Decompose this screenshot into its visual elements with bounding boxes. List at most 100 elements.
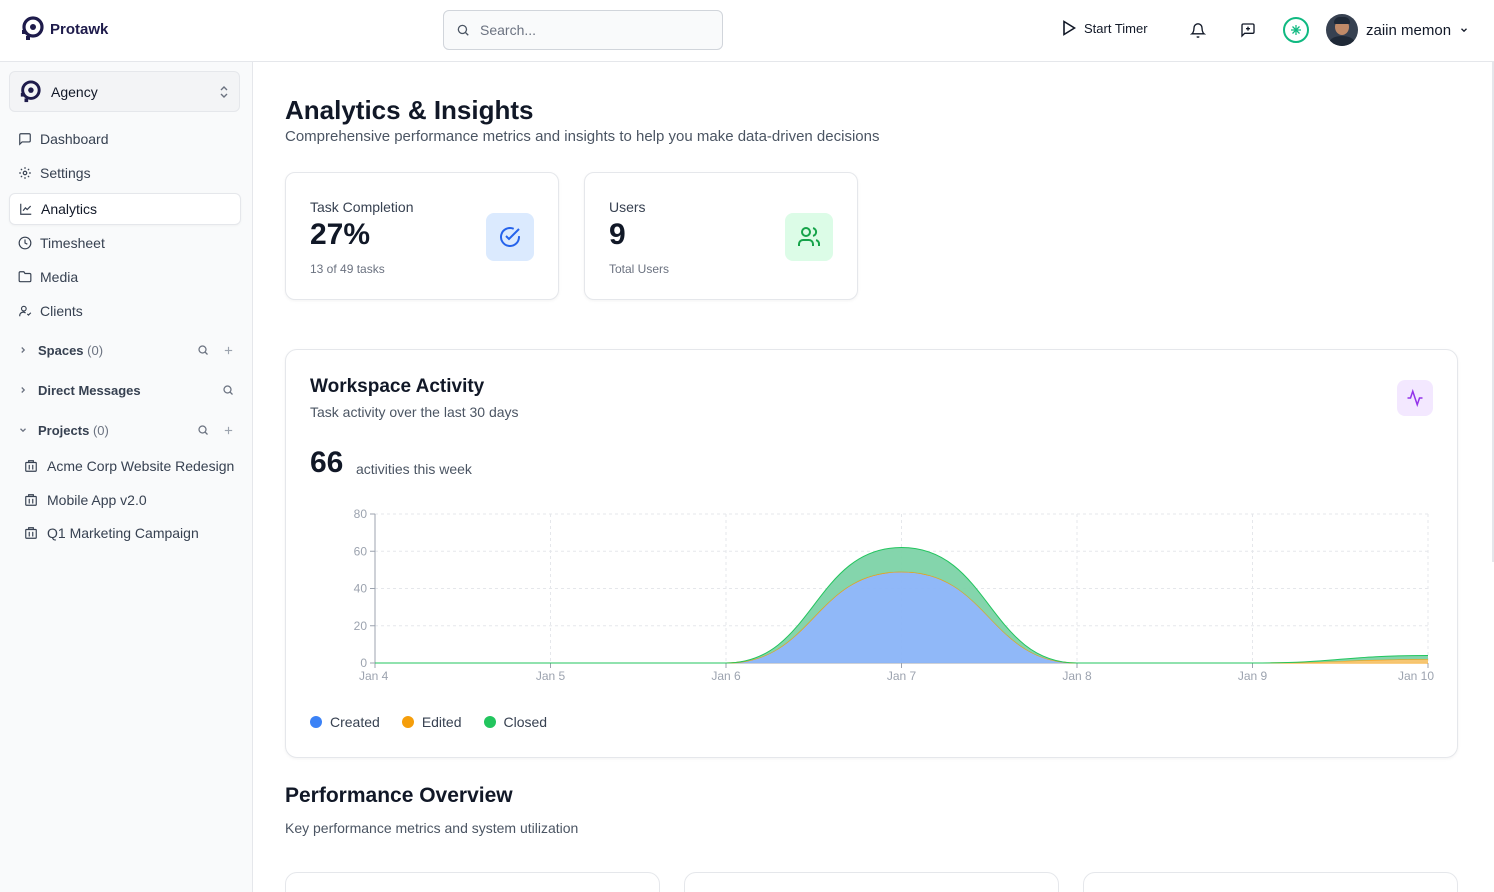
nav-dashboard[interactable]: Dashboard bbox=[9, 123, 241, 155]
section-projects-label: Projects bbox=[38, 422, 90, 438]
nav-settings[interactable]: Settings bbox=[9, 157, 241, 189]
user-menu[interactable]: zaiin memon bbox=[1326, 14, 1469, 46]
nav-analytics[interactable]: Analytics bbox=[9, 193, 241, 225]
user-icon bbox=[19, 305, 32, 317]
legend-item-closed[interactable]: Closed bbox=[483, 714, 548, 730]
plus-icon[interactable] bbox=[223, 345, 234, 356]
search-icon bbox=[457, 24, 469, 36]
sparkle-icon bbox=[1291, 25, 1301, 35]
section-spaces-label: Spaces bbox=[38, 342, 84, 358]
project-label: Mobile App v2.0 bbox=[47, 492, 147, 508]
nav-clients-label: Clients bbox=[40, 303, 83, 319]
section-direct-messages[interactable]: Direct Messages bbox=[18, 378, 240, 402]
bell-icon bbox=[1190, 22, 1206, 38]
y-tick-label: 0 bbox=[360, 656, 367, 670]
workspace-name: Agency bbox=[51, 83, 98, 100]
x-tick-label: Jan 5 bbox=[536, 669, 566, 683]
legend-swatch bbox=[401, 716, 414, 728]
chevron-right-icon bbox=[21, 387, 26, 393]
gear-icon bbox=[19, 167, 31, 179]
legend-swatch bbox=[483, 716, 496, 728]
folder-icon bbox=[18, 271, 32, 283]
nav-timesheet-label: Timesheet bbox=[40, 235, 105, 251]
stat-value: 9 bbox=[609, 218, 626, 251]
performance-subtitle: Key performance metrics and system utili… bbox=[285, 820, 579, 836]
workspace-switcher[interactable]: Agency bbox=[9, 71, 240, 112]
performance-card bbox=[1083, 872, 1458, 892]
workspace-logo-icon bbox=[20, 79, 41, 102]
x-tick-label: Jan 10 bbox=[1398, 669, 1434, 683]
building-icon bbox=[25, 494, 37, 506]
project-item[interactable]: Q1 Marketing Campaign bbox=[24, 521, 199, 545]
search-icon[interactable] bbox=[197, 424, 209, 436]
page-title: Analytics & Insights bbox=[285, 95, 534, 125]
start-timer-label: Start Timer bbox=[1084, 20, 1148, 36]
legend-label: Edited bbox=[421, 714, 462, 730]
performance-title: Performance Overview bbox=[285, 784, 513, 807]
nav-media[interactable]: Media bbox=[9, 261, 241, 293]
play-icon bbox=[1063, 20, 1076, 36]
top-bar: Protawk Start Timer zaiin memon bbox=[0, 0, 1494, 62]
y-tick-label: 60 bbox=[354, 544, 368, 558]
y-tick-label: 20 bbox=[354, 619, 368, 633]
check-circle-icon bbox=[500, 227, 520, 247]
plus-icon[interactable] bbox=[223, 425, 234, 436]
main-content: Analytics & Insights Comprehensive perfo… bbox=[254, 62, 1494, 892]
stat-value: 27% bbox=[310, 218, 371, 251]
user-name: zaiin memon bbox=[1366, 21, 1452, 39]
users-icon bbox=[798, 227, 821, 246]
section-projects-count: (0) bbox=[92, 422, 109, 438]
performance-card bbox=[684, 872, 1059, 892]
search-icon[interactable] bbox=[222, 384, 234, 396]
legend-label: Closed bbox=[503, 714, 548, 730]
chevron-right-icon bbox=[21, 347, 26, 353]
area-created bbox=[375, 571, 1428, 663]
app-name: Protawk bbox=[50, 20, 109, 38]
section-spaces[interactable]: Spaces (0) bbox=[18, 338, 240, 362]
stat-footnote: 13 of 49 tasks bbox=[310, 262, 385, 276]
legend-swatch bbox=[310, 716, 322, 728]
chart-legend: Created Edited Closed bbox=[310, 714, 547, 730]
x-tick-label: Jan 6 bbox=[711, 669, 741, 683]
search-box[interactable] bbox=[443, 10, 723, 50]
project-item[interactable]: Mobile App v2.0 bbox=[24, 488, 147, 512]
legend-item-created[interactable]: Created bbox=[310, 714, 380, 730]
chevrons-up-down-icon bbox=[220, 86, 228, 98]
performance-card bbox=[285, 872, 660, 892]
y-tick-label: 40 bbox=[354, 582, 368, 596]
section-spaces-count: (0) bbox=[87, 342, 104, 358]
project-label: Q1 Marketing Campaign bbox=[47, 525, 199, 541]
notifications-button[interactable] bbox=[1188, 20, 1208, 40]
y-tick-label: 80 bbox=[354, 507, 368, 521]
search-icon[interactable] bbox=[197, 344, 209, 356]
x-tick-label: Jan 9 bbox=[1238, 669, 1268, 683]
nav-timesheet[interactable]: Timesheet bbox=[9, 227, 241, 259]
app-logo[interactable]: Protawk bbox=[20, 16, 108, 42]
avatar bbox=[1326, 14, 1358, 46]
workspace-activity-card: Workspace Activity Task activity over th… bbox=[285, 349, 1458, 758]
building-icon bbox=[25, 460, 37, 472]
messages-button[interactable] bbox=[1238, 20, 1258, 40]
ai-assistant-button[interactable] bbox=[1283, 17, 1309, 43]
nav-media-label: Media bbox=[40, 269, 79, 285]
activity-chart: 0 20 40 60 80 Jan 4 Jan 5 Jan 6 Jan 7 Jan 8 Jan 9 J… bbox=[354, 507, 1435, 683]
stat-card-users: Users 9 Total Users bbox=[584, 172, 858, 300]
stat-footnote: Total Users bbox=[609, 262, 670, 276]
section-projects[interactable]: Projects (0) bbox=[18, 418, 240, 442]
message-plus-icon bbox=[1241, 23, 1255, 38]
chevron-down-icon bbox=[20, 428, 26, 433]
stat-icon-box bbox=[486, 213, 534, 261]
x-tick-label: Jan 8 bbox=[1062, 669, 1092, 683]
stat-card-task-completion: Task Completion 27% 13 of 49 tasks bbox=[285, 172, 559, 300]
stat-label: Task Completion bbox=[310, 199, 414, 215]
search-input[interactable] bbox=[480, 22, 700, 38]
building-icon bbox=[25, 527, 37, 539]
x-tick-label: Jan 4 bbox=[359, 669, 389, 683]
x-tick-label: Jan 7 bbox=[887, 669, 917, 683]
start-timer-button[interactable]: Start Timer bbox=[1062, 20, 1148, 36]
project-label: Acme Corp Website Redesign bbox=[47, 458, 235, 474]
project-item[interactable]: Acme Corp Website Redesign bbox=[24, 454, 234, 478]
nav-clients[interactable]: Clients bbox=[9, 295, 241, 327]
legend-item-edited[interactable]: Edited bbox=[401, 714, 462, 730]
chat-icon bbox=[19, 133, 31, 146]
